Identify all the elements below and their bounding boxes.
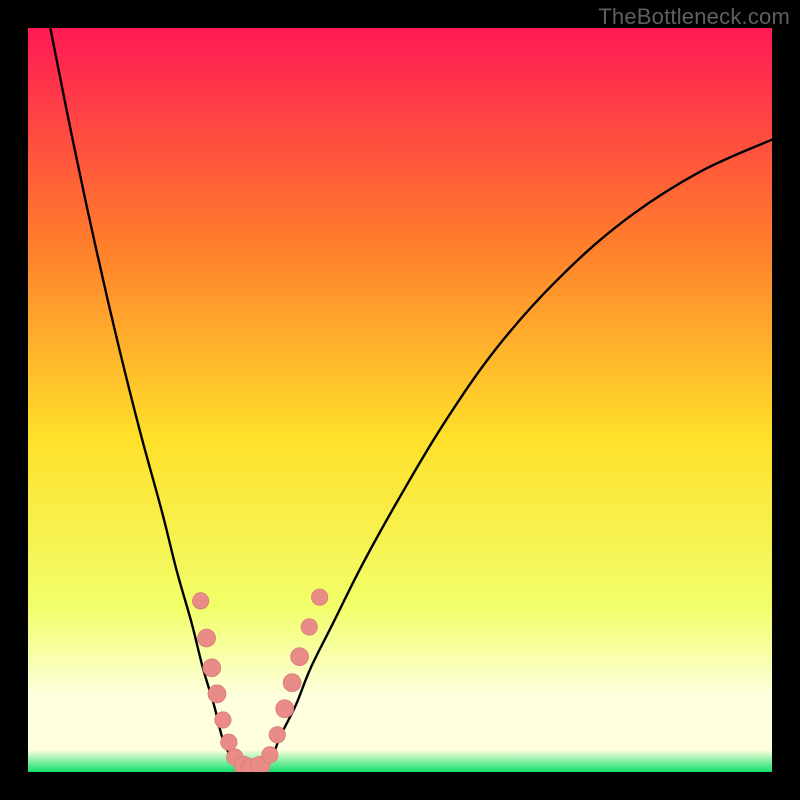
data-marker [283, 674, 301, 692]
outer-frame: TheBottleneck.com [0, 0, 800, 800]
data-marker [269, 727, 285, 743]
data-marker [215, 712, 231, 728]
data-marker [276, 700, 294, 718]
data-marker [192, 593, 208, 609]
data-marker [291, 648, 309, 666]
watermark-text: TheBottleneck.com [598, 4, 790, 30]
data-marker [221, 734, 237, 750]
data-marker [311, 589, 327, 605]
chart-canvas [28, 28, 772, 772]
gradient-background [28, 28, 772, 772]
data-marker [262, 747, 278, 763]
data-marker [301, 619, 317, 635]
data-marker [208, 685, 226, 703]
data-marker [203, 659, 221, 677]
plot-area [28, 28, 772, 772]
data-marker [198, 629, 216, 647]
